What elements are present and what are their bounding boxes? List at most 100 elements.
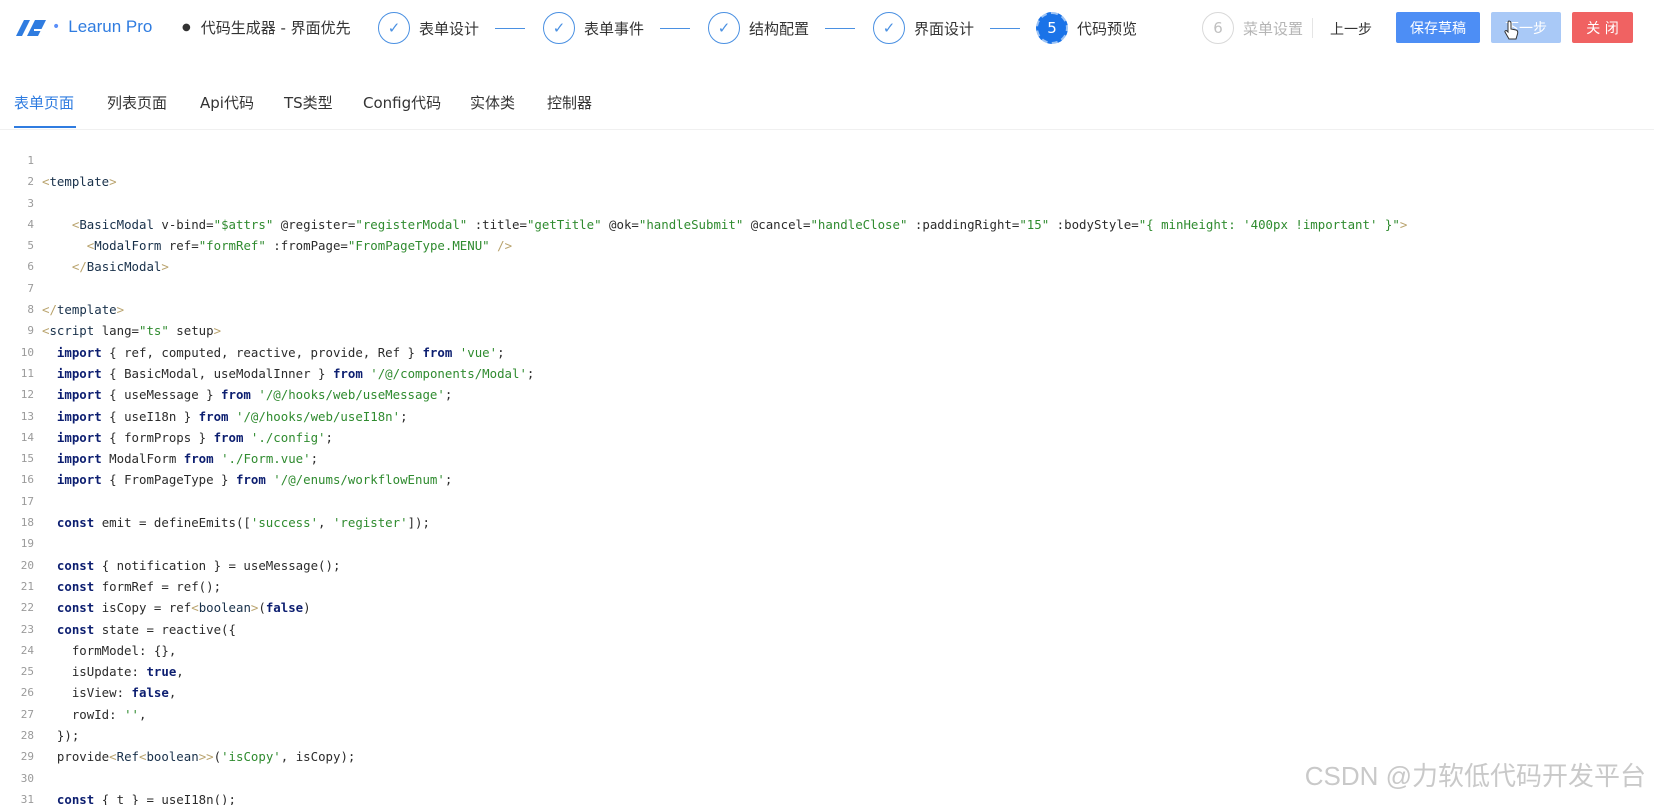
line-number: 17: [20, 494, 34, 508]
code-text: import { formProps } from './config';: [56, 429, 333, 445]
line-number: 28: [20, 729, 34, 743]
code-line: 15 import ModalForm from './Form.vue';: [0, 448, 1654, 469]
code-line: 18 const emit = defineEmits(['success', …: [0, 512, 1654, 533]
code-line: 25 isUpdate: true,: [0, 661, 1654, 682]
top-header: • Learun Pro ● 代码生成器 - 界面优先 ✓ 表单设计 ✓ 表单事…: [0, 0, 1654, 56]
step-code-preview[interactable]: 5 代码预览: [1036, 10, 1137, 46]
code-line: 6 </BasicModal>: [0, 256, 1654, 277]
code-text: <BasicModal v-bind="$attrs" @register="r…: [71, 216, 1408, 232]
line-number: 9: [27, 324, 34, 338]
line-number: 27: [20, 707, 34, 721]
tab-entity-class[interactable]: 实体类: [470, 92, 515, 113]
code-line: 26 isView: false,: [0, 682, 1654, 703]
close-button[interactable]: 关 闭: [1572, 12, 1633, 43]
code-line: 28 });: [0, 725, 1654, 746]
line-number: 12: [20, 388, 34, 402]
code-viewer[interactable]: 1 2 <template> 3 4 <BasicModal v-bind="$attr…: [0, 150, 1654, 805]
code-text: const emit = defineEmits(['success', 're…: [56, 515, 430, 531]
next-step-button[interactable]: 下一步: [1491, 12, 1561, 43]
step-form-events[interactable]: ✓ 表单事件: [543, 10, 644, 46]
code-line: 3: [0, 193, 1654, 214]
tab-config-code[interactable]: Config代码: [363, 92, 441, 113]
check-icon: ✓: [873, 12, 905, 44]
step-label: 表单设计: [419, 19, 480, 38]
line-number: 1: [27, 154, 34, 167]
line-number: 23: [20, 622, 34, 636]
code-line: 23 const state = reactive({: [0, 619, 1654, 640]
step-number-6: 6: [1202, 12, 1234, 44]
line-number: 26: [20, 686, 34, 700]
line-number: 4: [27, 217, 34, 231]
breadcrumb-bullet: ●: [182, 22, 191, 33]
code-line: 19: [0, 533, 1654, 554]
check-icon: ✓: [378, 12, 410, 44]
step-ui-design[interactable]: ✓ 界面设计: [873, 10, 974, 46]
code-line: 13 import { useI18n } from '/@/hooks/web…: [0, 406, 1654, 427]
code-text: const { t } = useI18n();: [56, 791, 236, 805]
line-number: 7: [27, 281, 34, 295]
code-text: <template>: [42, 174, 117, 190]
line-number: 21: [20, 579, 34, 593]
code-line: 5 <ModalForm ref="formRef" :fromPage="Fr…: [0, 235, 1654, 256]
prev-step-button[interactable]: 上一步: [1330, 19, 1372, 39]
code-text: import { ref, computed, reactive, provid…: [56, 344, 505, 360]
line-number: 25: [20, 665, 34, 679]
step-connector: [990, 28, 1020, 29]
code-line: 11 import { BasicModal, useModalInner } …: [0, 363, 1654, 384]
code-line: 7: [0, 278, 1654, 299]
breadcrumb-title: 代码生成器 - 界面优先: [200, 19, 351, 37]
tab-api-code[interactable]: Api代码: [200, 92, 254, 113]
code-text: formModel: {},: [42, 642, 177, 658]
code-line: 8 </template>: [0, 299, 1654, 320]
mouse-pointer-icon: [1504, 20, 1519, 40]
line-number: 18: [20, 516, 34, 530]
active-tab-indicator: [14, 126, 76, 128]
breadcrumb: ● 代码生成器 - 界面优先: [182, 17, 351, 38]
code-line: 1: [0, 150, 1654, 171]
code-text: import { useI18n } from '/@/hooks/web/us…: [56, 408, 408, 424]
tab-ts-types[interactable]: TS类型: [284, 92, 333, 113]
line-number: 6: [27, 260, 34, 274]
tab-controller[interactable]: 控制器: [547, 92, 592, 113]
logo-separator-dot: •: [52, 19, 61, 35]
tab-list-page[interactable]: 列表页面: [107, 92, 167, 113]
check-icon: ✓: [543, 12, 575, 44]
code-text: import { FromPageType } from '/@/enums/w…: [56, 472, 453, 488]
code-line: 12 import { useMessage } from '/@/hooks/…: [0, 384, 1654, 405]
tab-form-page[interactable]: 表单页面: [14, 92, 74, 113]
step-connector: [825, 28, 855, 29]
code-line: 14 import { formProps } from './config';: [0, 427, 1654, 448]
learun-logo-icon: [16, 20, 46, 36]
code-text: </BasicModal>: [71, 259, 169, 275]
code-text: const state = reactive({: [56, 621, 236, 637]
code-text: });: [42, 728, 80, 744]
code-line: 17: [0, 491, 1654, 512]
step-structure-config[interactable]: ✓ 结构配置: [708, 10, 809, 46]
code-text: import { BasicModal, useModalInner } fro…: [56, 365, 535, 381]
save-draft-button[interactable]: 保存草稿: [1396, 12, 1480, 43]
code-line: 2 <template>: [0, 171, 1654, 192]
code-line: 21 const formRef = ref();: [0, 576, 1654, 597]
code-text: const { notification } = useMessage();: [56, 557, 341, 573]
step-menu-settings[interactable]: 6 菜单设置: [1202, 10, 1303, 46]
step-form-design[interactable]: ✓ 表单设计: [378, 10, 479, 46]
code-line: 9 <script lang="ts" setup>: [0, 320, 1654, 341]
step-connector: [495, 28, 525, 29]
line-number: 22: [20, 601, 34, 615]
line-number: 20: [20, 558, 34, 572]
line-number: 11: [20, 366, 34, 380]
code-text: <script lang="ts" setup>: [42, 323, 222, 339]
code-text: import ModalForm from './Form.vue';: [56, 451, 319, 467]
code-text: rowId: '',: [42, 706, 147, 722]
line-number: 10: [20, 345, 34, 359]
line-number: 2: [27, 175, 34, 189]
step-number-5: 5: [1036, 12, 1068, 44]
line-number: 31: [20, 792, 34, 805]
line-number: 5: [27, 239, 34, 253]
code-text: import { useMessage } from '/@/hooks/web…: [56, 387, 453, 403]
header-divider: [1312, 18, 1313, 38]
step-connector: [660, 28, 690, 29]
check-icon: ✓: [708, 12, 740, 44]
line-number: 15: [20, 452, 34, 466]
code-line: 16 import { FromPageType } from '/@/enum…: [0, 469, 1654, 490]
